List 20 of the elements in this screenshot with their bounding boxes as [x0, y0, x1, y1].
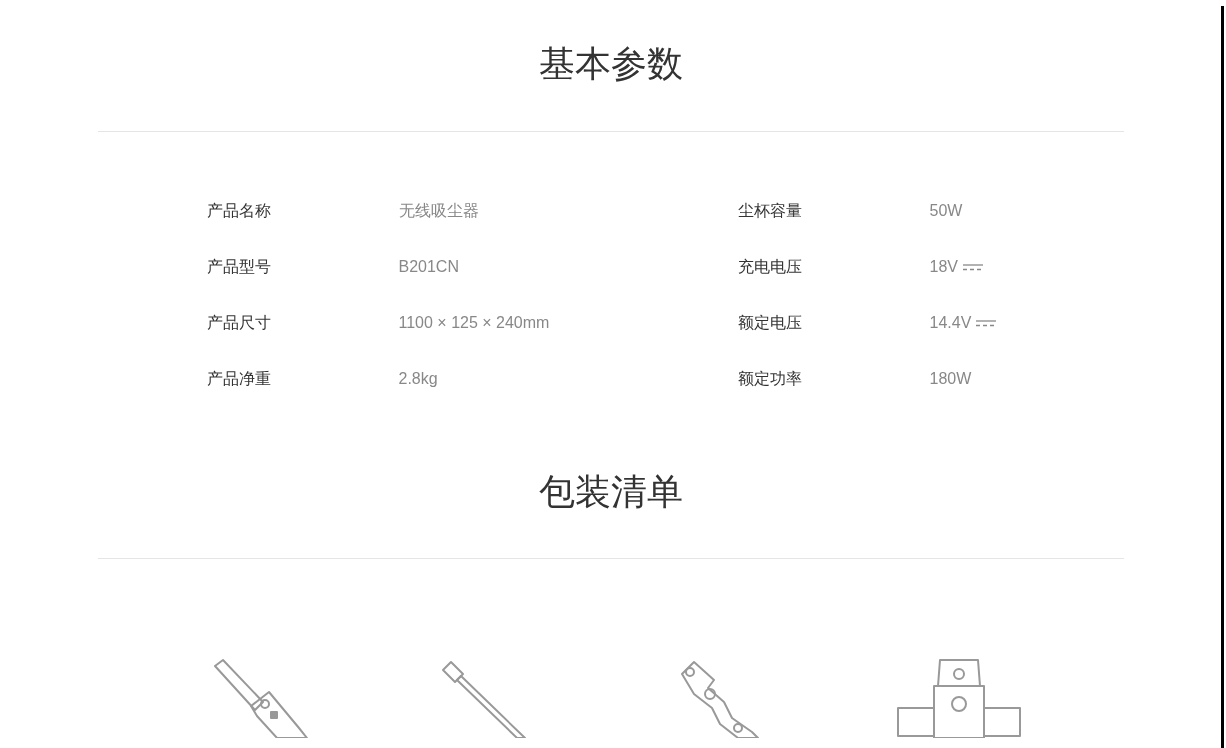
spec-value: B201CN: [398, 257, 459, 277]
section-title: 基本参数: [538, 42, 683, 86]
spec-value: 14.4V: [929, 313, 972, 333]
spec-label: 产品尺寸: [206, 312, 272, 334]
spec-label: 充电电压: [737, 256, 803, 278]
spec-value: 18V: [929, 257, 958, 277]
spec-value: 2.8kg: [398, 369, 438, 389]
spec-value: 180W: [929, 369, 972, 389]
spec-label: 产品型号: [206, 256, 272, 278]
spec-value: 无线吸尘器: [398, 201, 479, 221]
section-title: 包装清单: [538, 470, 683, 514]
spec-label: 尘杯容量: [737, 200, 803, 222]
spec-value: 50W: [929, 201, 963, 221]
spec-label: 额定电压: [737, 312, 803, 334]
direct-current-icon: [961, 262, 984, 272]
spec-value: 1100 × 125 × 240mm: [398, 313, 550, 333]
spec-label: 产品净重: [206, 368, 272, 390]
direct-current-icon: [975, 318, 998, 328]
spec-label: 产品名称: [206, 200, 272, 222]
spec-label: 额定功率: [737, 368, 803, 390]
